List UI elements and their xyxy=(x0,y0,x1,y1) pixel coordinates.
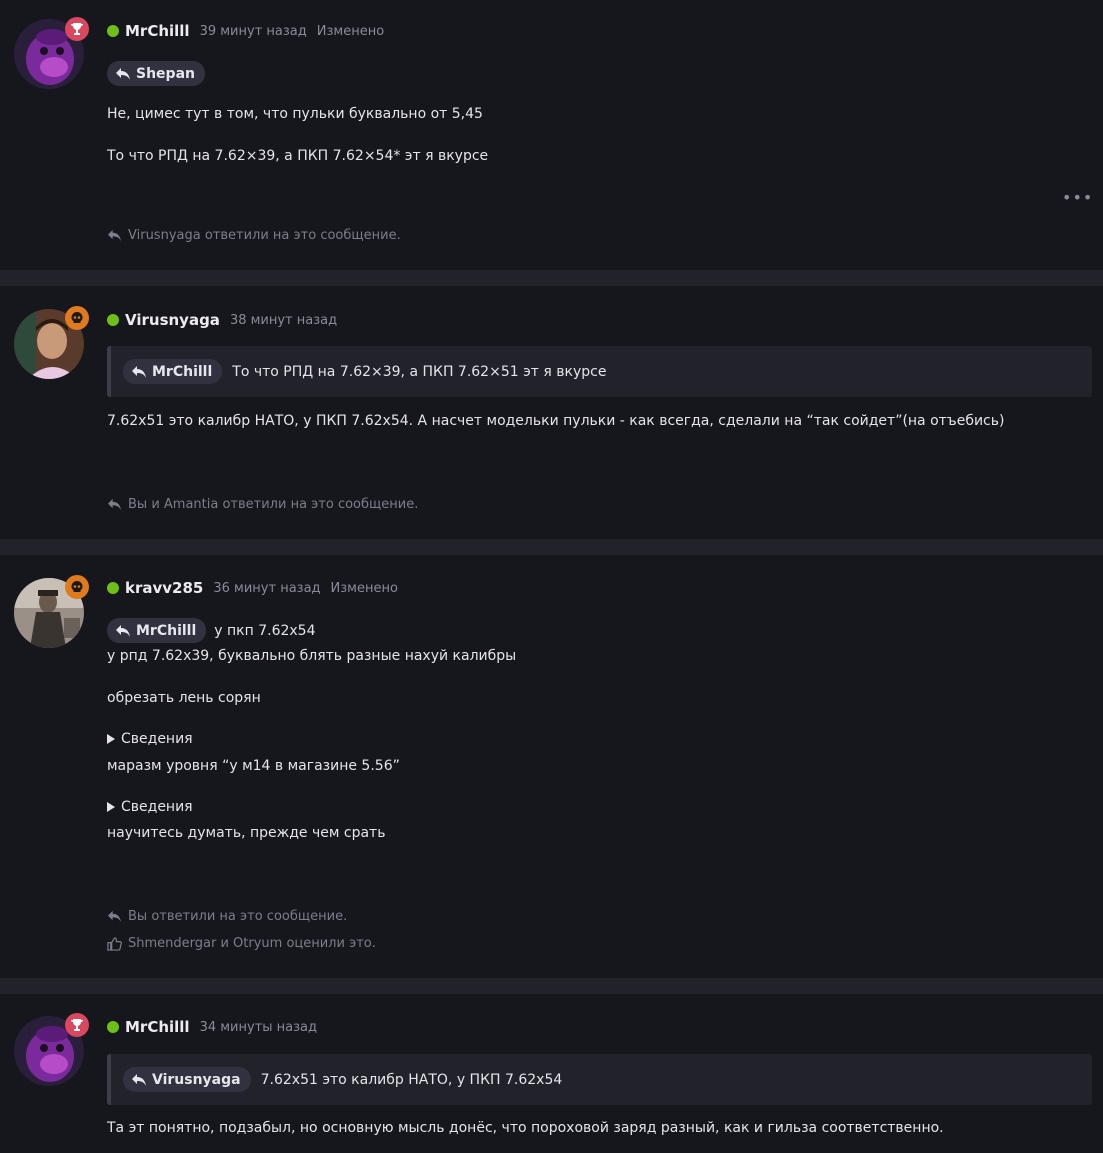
reply-icon xyxy=(108,498,121,511)
online-indicator xyxy=(107,1021,119,1033)
post-paragraph: у рпд 7.62x39, буквально блять разные на… xyxy=(107,648,517,664)
details-triangle-icon xyxy=(107,802,115,812)
post-separator xyxy=(0,978,1103,994)
post-paragraph: маразм уровня “у м14 в магазине 5.56” xyxy=(107,758,400,774)
post-header: MrChilll 39 минут назад Изменено xyxy=(107,21,384,41)
post-header: MrChilll 34 минуты назад xyxy=(107,1017,317,1037)
skull-icon xyxy=(71,312,83,323)
reply-icon xyxy=(116,67,130,80)
post-header: Virusnyaga 38 минут назад xyxy=(107,310,337,330)
username[interactable]: MrChilll xyxy=(125,1018,190,1036)
post-paragraph: Та эт понятно, подзабыл, но основную мыс… xyxy=(107,1120,944,1136)
post-1: MrChilll 39 минут назад Изменено Shepan … xyxy=(0,0,1103,270)
details-triangle-icon xyxy=(107,734,115,744)
quote-block[interactable]: MrChilll То что РПД на 7.62×39, а ПКП 7.… xyxy=(107,346,1092,397)
quote-block[interactable]: Virusnyaga 7.62x51 это калибр НАТО, у ПК… xyxy=(107,1054,1092,1105)
quote-text: 7.62x51 это калибр НАТО, у ПКП 7.62x54 xyxy=(260,1071,563,1088)
more-options-button[interactable]: ••• xyxy=(1062,188,1093,207)
online-indicator xyxy=(107,314,119,326)
quote-author-chip[interactable]: Virusnyaga xyxy=(123,1067,251,1092)
details-label: Сведения xyxy=(121,731,193,747)
username[interactable]: Virusnyaga xyxy=(125,311,220,329)
trophy-icon xyxy=(71,23,83,35)
online-indicator xyxy=(107,582,119,594)
reply-to-chip[interactable]: MrChilll xyxy=(107,618,207,643)
username[interactable]: MrChilll xyxy=(125,22,190,40)
replies-footer[interactable]: Вы ответили на это сообщение. xyxy=(107,909,347,924)
reply-inline-text: у пкп 7.62x54 xyxy=(214,622,316,639)
trophy-badge xyxy=(65,17,89,41)
replies-text: Virusnyaga ответили на это сообщение. xyxy=(128,228,401,243)
post-separator xyxy=(0,539,1103,555)
replies-text: Вы ответили на это сообщение. xyxy=(128,909,348,924)
details-toggle[interactable]: Сведения xyxy=(107,731,193,747)
edited-label: Изменено xyxy=(330,580,398,596)
quote-text: То что РПД на 7.62×39, а ПКП 7.62×51 эт … xyxy=(232,363,607,380)
online-indicator xyxy=(107,25,119,37)
details-toggle[interactable]: Сведения xyxy=(107,799,193,815)
skull-badge xyxy=(65,575,89,599)
post-3: kravv285 36 минут назад Изменено MrChill… xyxy=(0,555,1103,978)
replies-text: Вы и Amantia ответили на это сообщение. xyxy=(128,497,419,512)
likes-text: Shmendergar и Otryum оценили это. xyxy=(128,936,376,951)
username[interactable]: kravv285 xyxy=(125,579,203,597)
timestamp[interactable]: 38 минут назад xyxy=(230,313,337,328)
trophy-badge xyxy=(65,1013,89,1037)
post-4: MrChilll 34 минуты назад Virusnyaga 7.62… xyxy=(0,994,1103,1153)
reply-to-user: MrChilll xyxy=(136,622,197,639)
reply-icon xyxy=(108,910,121,923)
reply-icon xyxy=(132,365,146,378)
timestamp[interactable]: 34 минуты назад xyxy=(200,1020,317,1035)
skull-badge xyxy=(65,306,89,330)
skull-icon xyxy=(71,581,83,592)
post-separator xyxy=(0,270,1103,286)
reply-icon xyxy=(132,1073,146,1086)
reply-to-chip[interactable]: Shepan xyxy=(107,61,205,86)
replies-footer[interactable]: Virusnyaga ответили на это сообщение. xyxy=(107,228,401,243)
trophy-icon xyxy=(71,1019,83,1031)
post-header: kravv285 36 минут назад Изменено xyxy=(107,578,398,598)
reply-to-user: Shepan xyxy=(136,65,195,82)
details-label: Сведения xyxy=(121,799,193,815)
like-icon xyxy=(107,936,122,951)
quote-author-chip[interactable]: MrChilll xyxy=(123,359,223,384)
timestamp[interactable]: 39 минут назад xyxy=(200,24,307,39)
post-paragraph: 7.62x51 это калибр НАТО, у ПКП 7.62x54. … xyxy=(107,413,1005,429)
post-paragraph: Не, цимес тут в том, что пульки буквальн… xyxy=(107,106,483,122)
timestamp[interactable]: 36 минут назад xyxy=(213,581,320,596)
reply-icon xyxy=(108,229,121,242)
quote-author: Virusnyaga xyxy=(152,1071,241,1088)
post-paragraph: научитесь думать, прежде чем срать xyxy=(107,825,386,841)
post-paragraph: обрезать лень сорян xyxy=(107,690,261,706)
edited-label: Изменено xyxy=(316,23,385,39)
replies-footer[interactable]: Вы и Amantia ответили на это сообщение. xyxy=(107,497,418,512)
likes-footer[interactable]: Shmendergar и Otryum оценили это. xyxy=(107,936,376,951)
post-paragraph: То что РПД на 7.62×39, а ПКП 7.62×54* эт… xyxy=(107,148,489,164)
post-2: Virusnyaga 38 минут назад MrChilll То чт… xyxy=(0,286,1103,539)
quote-author: MrChilll xyxy=(152,363,213,380)
reply-icon xyxy=(116,624,130,637)
